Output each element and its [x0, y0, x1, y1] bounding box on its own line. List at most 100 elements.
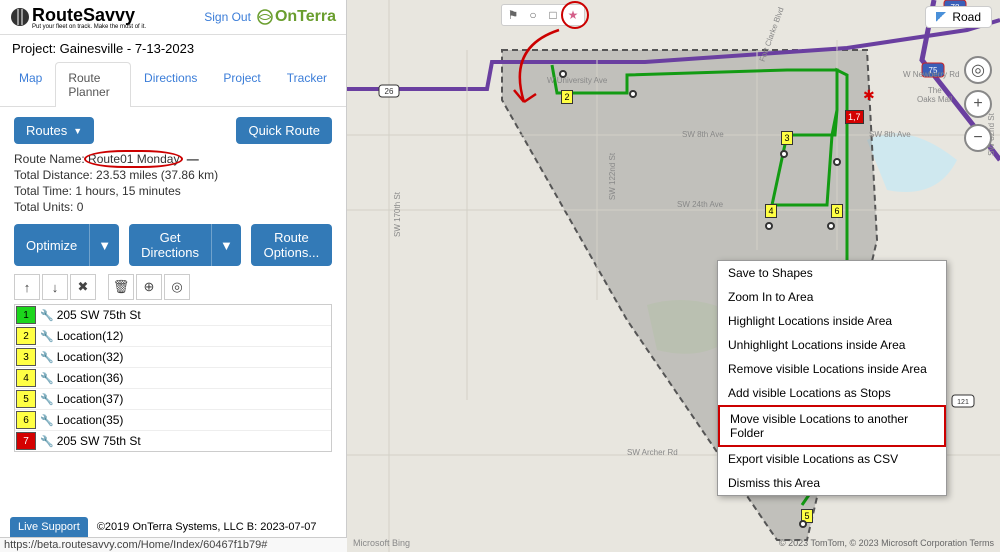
button-row-2: Optimize ▼ Get Directions ▼ Route Option… [14, 224, 332, 266]
map-dot[interactable] [799, 520, 807, 528]
route-stop[interactable]: 3🔧Location(32) [15, 347, 331, 368]
live-support-button[interactable]: Live Support [10, 517, 88, 537]
map-draw-toolbar: ⚑ ○ □ ★ [501, 4, 585, 26]
tab-bar: MapRoute PlannerDirectionsProjectTracker [0, 62, 346, 107]
minus-icon[interactable]: — [187, 152, 199, 166]
context-menu-item[interactable]: Move visible Locations to another Folder [718, 405, 946, 447]
map-dot[interactable] [559, 70, 567, 78]
tab-project[interactable]: Project [210, 62, 273, 107]
stop-label: Location(36) [57, 371, 124, 385]
map-dot[interactable] [833, 158, 841, 166]
route-stop[interactable]: 4🔧Location(36) [15, 368, 331, 389]
stop-marker: 5 [16, 390, 36, 408]
context-menu-item[interactable]: Dismiss this Area [718, 471, 946, 495]
tab-map[interactable]: Map [6, 62, 55, 107]
map-pin[interactable]: 2 [561, 90, 573, 104]
map-dot[interactable] [629, 90, 637, 98]
status-bar-url: https://beta.routesavvy.com/Home/Index/6… [0, 537, 347, 552]
stop-label: Location(35) [57, 413, 124, 427]
stop-marker: 6 [16, 411, 36, 429]
road-label: SW 122nd St [608, 153, 617, 200]
stop-marker: 3 [16, 348, 36, 366]
stop-label: Location(37) [57, 392, 124, 406]
context-menu-item[interactable]: Zoom In to Area [718, 285, 946, 309]
context-menu-item[interactable]: Unhighlight Locations inside Area [718, 333, 946, 357]
list-toolbar: ↑ ↓ ✖ 🗑 ⊕ ◎ [14, 274, 332, 300]
circle-icon[interactable]: ○ [524, 6, 542, 24]
getdirections-caret[interactable]: ▼ [211, 224, 241, 266]
optimize-button[interactable]: Optimize [14, 224, 89, 266]
route-stop[interactable]: 5🔧Location(37) [15, 389, 331, 410]
get-directions-button[interactable]: Get Directions [129, 224, 211, 266]
auth-area: Sign Out OnTerra [204, 8, 336, 26]
stop-label: 205 SW 75th St [57, 308, 141, 322]
brand-tagline: Put your fleet on track. Make the most o… [32, 24, 146, 30]
tab-directions[interactable]: Directions [131, 62, 210, 107]
locate-icon[interactable]: ◎ [964, 56, 992, 84]
map-zoom-controls: ◎ + − [964, 56, 992, 152]
route-distance: Total Distance: 23.53 miles (37.86 km) [14, 168, 332, 182]
stop-label: Location(32) [57, 350, 124, 364]
wrench-icon[interactable]: 🔧 [37, 414, 57, 427]
map-layer-road[interactable]: Road [925, 6, 992, 28]
wrench-icon[interactable]: 🔧 [37, 351, 57, 364]
zoom-in-icon[interactable]: + [964, 90, 992, 118]
stop-marker: 2 [16, 327, 36, 345]
trash-icon[interactable]: 🗑 [108, 274, 134, 300]
map-pin[interactable]: 4 [765, 204, 777, 218]
getdirections-group: Get Directions ▼ [129, 224, 241, 266]
routes-button[interactable]: Routes▼ [14, 117, 94, 144]
svg-text:26: 26 [385, 87, 394, 96]
route-time: Total Time: 1 hours, 15 minutes [14, 184, 332, 198]
map-pin[interactable]: 3 [781, 131, 793, 145]
route-units: Total Units: 0 [14, 200, 332, 214]
square-icon[interactable]: □ [544, 6, 562, 24]
wrench-icon[interactable]: 🔧 [37, 435, 57, 448]
route-stop[interactable]: 2🔧Location(12) [15, 326, 331, 347]
route-name-value: Route01 Monday [88, 152, 179, 166]
move-up-icon[interactable]: ↑ [14, 274, 40, 300]
logo: RouteSavvy Put your fleet on track. Make… [10, 5, 146, 30]
route-stop[interactable]: 1🔧205 SW 75th St [15, 305, 331, 326]
move-down-icon[interactable]: ↓ [42, 274, 68, 300]
route-stop[interactable]: 7🔧205 SW 75th St [15, 431, 331, 451]
sign-out-link[interactable]: Sign Out [204, 10, 251, 24]
road-label: W University Ave [547, 76, 607, 85]
map-dot[interactable] [780, 150, 788, 158]
zoom-out-icon[interactable]: − [964, 124, 992, 152]
context-menu-item[interactable]: Add visible Locations as Stops [718, 381, 946, 405]
map-pin[interactable]: 6 [831, 204, 843, 218]
route-name-row: Route Name: Route01 Monday — [14, 152, 332, 166]
map-dot[interactable] [827, 222, 835, 230]
hwy-121-shield: 121 [952, 395, 974, 407]
project-label: Project: Gainesville - 7-13-2023 [0, 35, 346, 62]
tab-tracker[interactable]: Tracker [274, 62, 340, 107]
star-icon[interactable]: ★ [564, 6, 582, 24]
map-provider-label: Microsoft Bing [353, 538, 410, 548]
caret-down-icon: ▼ [73, 126, 82, 136]
zoom-icon[interactable]: ⊕ [136, 274, 162, 300]
optimize-caret[interactable]: ▼ [89, 224, 119, 266]
route-options-button[interactable]: Route Options... [251, 224, 332, 266]
logo-icon [10, 7, 30, 27]
wrench-icon[interactable]: 🔧 [37, 372, 57, 385]
flag-icon[interactable]: ⚑ [504, 6, 522, 24]
road-label: TheOaks Mall [917, 86, 953, 104]
target-icon[interactable]: ◎ [164, 274, 190, 300]
context-menu-item[interactable]: Remove visible Locations inside Area [718, 357, 946, 381]
map-area[interactable]: 26 78 75 121 ✱ W University Ave W Newber… [347, 0, 1000, 552]
route-stop[interactable]: 6🔧Location(35) [15, 410, 331, 431]
context-menu-item[interactable]: Export visible Locations as CSV [718, 447, 946, 471]
map-pin[interactable]: 1,7 [845, 110, 864, 124]
wrench-icon[interactable]: 🔧 [37, 330, 57, 343]
delete-icon[interactable]: ✖ [70, 274, 96, 300]
tab-planner[interactable]: Route Planner [55, 62, 131, 107]
context-menu-item[interactable]: Highlight Locations inside Area [718, 309, 946, 333]
hwy-26-shield: 26 [379, 85, 399, 97]
wrench-icon[interactable]: 🔧 [37, 309, 57, 322]
quick-route-button[interactable]: Quick Route [236, 117, 332, 144]
copyright: ©2019 OnTerra Systems, LLC B: 2023-07-07 [97, 521, 317, 533]
context-menu-item[interactable]: Save to Shapes [718, 261, 946, 285]
map-dot[interactable] [765, 222, 773, 230]
wrench-icon[interactable]: 🔧 [37, 393, 57, 406]
